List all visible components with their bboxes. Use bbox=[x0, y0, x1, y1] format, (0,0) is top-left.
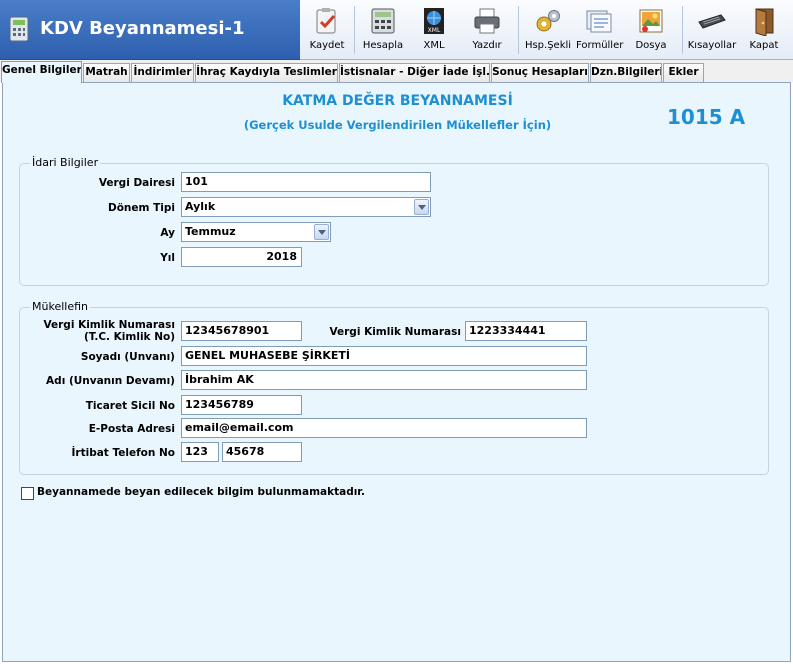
forms-icon bbox=[586, 10, 612, 33]
vkn-tc-field[interactable]: 12345678901 bbox=[181, 321, 302, 341]
keyboard-icon bbox=[698, 14, 726, 29]
clipboard-check-icon bbox=[316, 8, 336, 34]
chevron-down-icon[interactable] bbox=[314, 224, 329, 240]
file-label: Dosya bbox=[635, 40, 667, 51]
gears-icon bbox=[536, 10, 560, 32]
toolbar-separator bbox=[518, 6, 519, 54]
save-button[interactable]: Kaydet bbox=[304, 4, 350, 56]
calc-method-label: Hsp.Şekli bbox=[524, 40, 572, 51]
soyadi-label: Soyadı (Unvanı) bbox=[80, 351, 175, 363]
adi-field[interactable]: İbrahim AK bbox=[181, 370, 587, 390]
shortcuts-label: Kısayollar bbox=[687, 40, 737, 51]
soyadi-field[interactable]: GENEL MUHASEBE ŞİRKETİ bbox=[181, 346, 587, 366]
print-label: Yazdır bbox=[472, 40, 502, 51]
toolbar: Kaydet Hesapla XML XML Yazdır Hsp.Şekli … bbox=[300, 0, 793, 60]
app-calculator-icon bbox=[9, 16, 29, 42]
tab-istisnalar[interactable]: İstisnalar - Diğer İade İşl. bbox=[339, 63, 490, 82]
beyan-yok-checkbox[interactable] bbox=[21, 487, 34, 500]
telefon-kod-field[interactable]: 123 bbox=[181, 442, 219, 462]
calc-method-button[interactable]: Hsp.Şekli bbox=[524, 4, 572, 56]
save-label: Kaydet bbox=[309, 40, 345, 51]
donem-tipi-label: Dönem Tipi bbox=[108, 202, 175, 214]
mukellef-legend: Mükellefin bbox=[30, 300, 90, 313]
file-button[interactable]: Dosya bbox=[630, 4, 672, 56]
eposta-label: E-Posta Adresi bbox=[88, 423, 175, 435]
tab-ekler[interactable]: Ekler bbox=[663, 63, 704, 82]
adi-label: Adı (Unvanın Devamı) bbox=[46, 375, 175, 387]
idari-bilgiler-legend: İdari Bilgiler bbox=[30, 156, 101, 169]
donem-tipi-select[interactable]: Aylık bbox=[181, 197, 431, 217]
formulas-button[interactable]: Formüller bbox=[576, 4, 624, 56]
vkn-tc-label-line2: (T.C. Kimlik No) bbox=[83, 331, 175, 343]
xml-label: XML bbox=[423, 40, 445, 51]
tab-ihrac-kaydiyla[interactable]: İhraç Kaydıyla Teslimler bbox=[195, 63, 338, 82]
eposta-field[interactable]: email@email.com bbox=[181, 418, 587, 438]
telefon-label: İrtibat Telefon No bbox=[71, 447, 175, 459]
printer-icon bbox=[474, 8, 500, 34]
ay-value: Temmuz bbox=[185, 225, 236, 238]
tab-strip: Genel Bilgiler Matrah İndirimler İhraç K… bbox=[0, 60, 793, 83]
toolbar-separator bbox=[354, 6, 355, 54]
tab-indirimler[interactable]: İndirimler bbox=[131, 63, 194, 82]
close-label: Kapat bbox=[749, 40, 779, 51]
tab-genel-bilgiler[interactable]: Genel Bilgiler bbox=[1, 61, 82, 83]
tab-matrah[interactable]: Matrah bbox=[83, 63, 130, 82]
calculate-button[interactable]: Hesapla bbox=[360, 4, 406, 56]
calculator-icon bbox=[371, 8, 395, 34]
close-button[interactable]: Kapat bbox=[744, 4, 784, 56]
chevron-down-icon[interactable] bbox=[414, 199, 429, 215]
shortcuts-button[interactable]: Kısayollar bbox=[686, 4, 738, 56]
window-titlebar: KDV Beyannamesi-1 bbox=[0, 0, 300, 60]
formulas-label: Formüller bbox=[576, 40, 624, 51]
vkn-tc-label: Vergi Kimlik Numarası (T.C. Kimlik No) bbox=[33, 319, 175, 343]
window-title: KDV Beyannamesi-1 bbox=[40, 18, 245, 39]
vergi-dairesi-label: Vergi Dairesi bbox=[98, 177, 175, 189]
telefon-no-field[interactable]: 45678 bbox=[222, 442, 302, 462]
svg-text:XML: XML bbox=[428, 27, 441, 34]
print-button[interactable]: Yazdır bbox=[466, 4, 508, 56]
ticaret-sicil-field[interactable]: 123456789 bbox=[181, 395, 302, 415]
ticaret-sicil-label: Ticaret Sicil No bbox=[85, 400, 175, 412]
tab-sonuc-hesaplari[interactable]: Sonuç Hesapları bbox=[491, 63, 589, 82]
vkn-label: Vergi Kimlik Numarası bbox=[329, 326, 461, 338]
toolbar-separator bbox=[682, 6, 683, 54]
xml-globe-icon: XML bbox=[424, 8, 444, 34]
vergi-dairesi-field[interactable]: 101 bbox=[181, 172, 431, 192]
beyan-yok-label[interactable]: Beyannamede beyan edilecek bilgim bulunm… bbox=[37, 486, 365, 498]
form-code: 1015 A bbox=[667, 105, 746, 129]
yil-label: Yıl bbox=[160, 252, 175, 264]
vkn-tc-label-line1: Vergi Kimlik Numarası bbox=[43, 319, 175, 331]
calculate-label: Hesapla bbox=[362, 40, 404, 51]
xml-button[interactable]: XML XML bbox=[414, 4, 454, 56]
tab-dzn-bilgileri[interactable]: Dzn.Bilgileri bbox=[590, 63, 662, 82]
genel-bilgiler-panel: KATMA DEĞER BEYANNAMESİ (Gerçek Usulde V… bbox=[2, 82, 791, 662]
yil-field[interactable]: 2018 bbox=[181, 247, 302, 267]
ay-select[interactable]: Temmuz bbox=[181, 222, 331, 242]
vkn-field[interactable]: 1223334441 bbox=[465, 321, 587, 341]
image-file-icon bbox=[639, 9, 663, 33]
exit-door-icon bbox=[755, 8, 774, 36]
donem-tipi-value: Aylık bbox=[185, 200, 216, 213]
ay-label: Ay bbox=[160, 227, 175, 239]
